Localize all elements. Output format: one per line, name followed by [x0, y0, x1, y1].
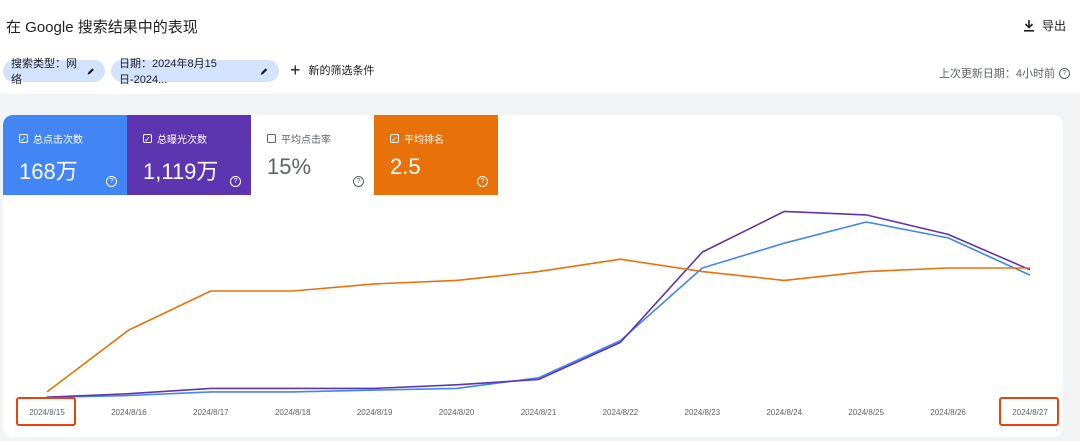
- x-tick-label: 2024/8/24: [766, 408, 802, 417]
- help-icon[interactable]: ?: [1059, 67, 1070, 79]
- export-button[interactable]: 导出: [1022, 17, 1066, 34]
- x-tick-label: 2024/8/18: [275, 408, 311, 417]
- x-tick-label: 2024/8/25: [848, 408, 884, 417]
- performance-card: ✓ 总点击次数 168万 ? ✓ 总曝光次数 1,119万 ? 平均点击率 15% …: [3, 115, 1063, 437]
- series-line-0: [46, 221, 1031, 398]
- last-updated-text: 上次更新日期：4小时前: [938, 68, 1055, 80]
- x-tick-label: 2024/8/21: [521, 408, 557, 417]
- pencil-icon: [260, 67, 268, 75]
- pencil-icon: [87, 67, 94, 75]
- x-tick-label: 2024/8/20: [439, 408, 475, 417]
- date-range-chip[interactable]: 日期：2024年8月15日-2024...: [111, 58, 279, 86]
- search-type-chip[interactable]: 搜索类型：网络: [3, 58, 105, 86]
- last-updated: 上次更新日期：4小时前 ?: [939, 65, 1070, 81]
- page-title: 在 Google 搜索结果中的表现: [6, 19, 198, 36]
- series-line-1: [46, 210, 1031, 398]
- x-tick-label: 2024/8/17: [193, 408, 229, 417]
- plus-icon: +: [290, 60, 301, 80]
- x-tick-label: 2024/8/22: [603, 408, 639, 417]
- x-tick-label: 2024/8/23: [685, 408, 721, 417]
- download-icon: [1023, 19, 1034, 32]
- x-tick-label: 2024/8/26: [930, 408, 966, 417]
- export-label: 导出: [1041, 19, 1066, 33]
- performance-line-chart: 2024/8/15 2024/8/16 2024/8/17 2024/8/18 2024…: [16, 210, 1059, 426]
- x-tick-label: 2024/8/27: [1012, 408, 1048, 417]
- add-filter-label: 新的筛选条件: [308, 65, 375, 77]
- filter-bar: 搜索类型：网络 日期：2024年8月15日-2024... + 新的筛选条件 上…: [0, 48, 1080, 94]
- date-range-label: 日期：2024年8月15日-2024...: [119, 58, 217, 86]
- header-bar: 在 Google 搜索结果中的表现 导出: [0, 0, 1080, 49]
- series-line-2: [46, 258, 1030, 393]
- x-tick-label: 2024/8/16: [111, 408, 147, 417]
- add-filter-button[interactable]: + 新的筛选条件: [290, 60, 375, 80]
- search-type-label: 搜索类型：网络: [11, 58, 77, 86]
- x-tick-label: 2024/8/15: [29, 408, 65, 417]
- x-tick-label: 2024/8/19: [357, 408, 393, 417]
